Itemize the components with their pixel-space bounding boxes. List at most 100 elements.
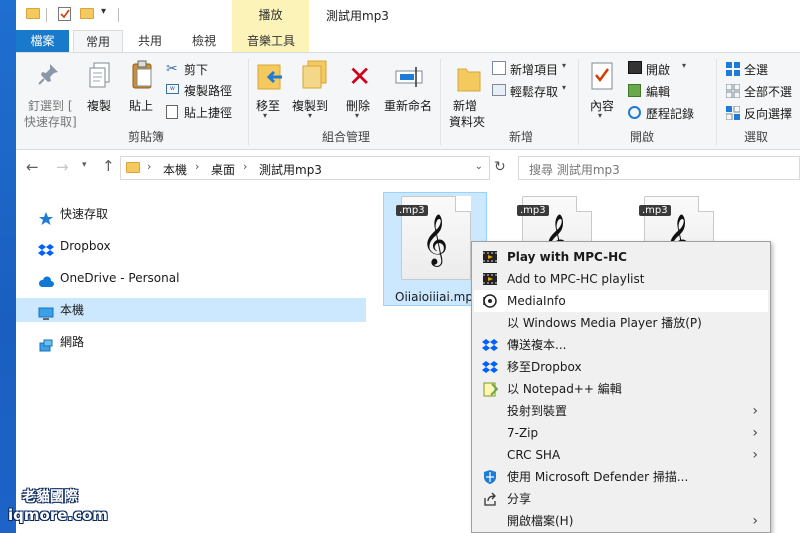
folder-icon: [126, 162, 140, 173]
group-organize-label: 組合管理: [321, 130, 370, 144]
menu-item-mediainfo[interactable]: MediaInfo: [474, 290, 768, 312]
address-box[interactable]: › 本機 › 桌面 › 測試用mp3 ⌄: [120, 156, 490, 180]
tab-file[interactable]: 檔案: [16, 30, 69, 52]
new-folder-icon[interactable]: [80, 8, 94, 19]
menu-item-add-mpc-playlist[interactable]: Add to MPC-HC playlist: [474, 268, 768, 290]
forward-icon[interactable]: →: [56, 158, 69, 176]
history-icon: [628, 106, 641, 119]
nav-item-network[interactable]: 網路: [38, 329, 84, 355]
copy-to-icon: [300, 59, 328, 91]
copy-to-dropdown-icon[interactable]: ▾: [308, 111, 312, 120]
up-icon[interactable]: ↑: [102, 157, 115, 175]
open-button[interactable]: 開啟: [646, 61, 670, 78]
select-all-button[interactable]: 全選: [744, 61, 768, 78]
share-icon: [482, 491, 498, 507]
dropbox-icon: [482, 359, 498, 375]
invert-selection-button[interactable]: 反向選擇: [744, 105, 792, 122]
invert-selection-icon: [725, 105, 741, 121]
tab-view[interactable]: 檢視: [182, 30, 226, 52]
menu-item-crc-sha[interactable]: CRC SHA ›: [474, 444, 768, 466]
properties-icon[interactable]: [58, 7, 71, 21]
menu-item-send-copy[interactable]: 傳送複本...: [474, 334, 768, 356]
breadcrumb-chevron-icon[interactable]: ›: [195, 160, 199, 173]
menu-item-windows-media-player[interactable]: 以 Windows Media Player 播放(P): [474, 312, 768, 334]
refresh-icon[interactable]: ↻: [494, 159, 506, 175]
nav-item-label: Dropbox: [60, 239, 111, 253]
context-tab-play-label: 播放: [258, 8, 283, 22]
delete-dropdown-icon[interactable]: ▾: [355, 111, 359, 120]
delete-icon: ✕: [348, 60, 372, 93]
breadcrumb-folder[interactable]: 測試用mp3: [259, 161, 322, 178]
menu-item-notepadpp[interactable]: 以 Notepad++ 編輯: [474, 378, 768, 400]
back-icon[interactable]: ←: [26, 158, 39, 176]
select-none-button[interactable]: 全部不選: [744, 83, 792, 100]
history-button[interactable]: 歷程記錄: [646, 105, 694, 122]
mpc-hc-icon: [482, 249, 498, 265]
nav-item-this-pc[interactable]: 本機: [38, 297, 84, 323]
group-separator: [440, 59, 441, 145]
file-item[interactable]: .mp3 𝄞 Oiiaioiiiai.mp: [385, 194, 485, 306]
pin-icon: [36, 61, 62, 87]
menu-item-7zip[interactable]: 7-Zip ›: [474, 422, 768, 444]
rename-button[interactable]: 重新命名: [384, 97, 432, 114]
dropbox-icon: [38, 240, 54, 256]
copy-button[interactable]: 複製: [87, 97, 111, 114]
menu-item-label: MediaInfo: [507, 294, 566, 308]
move-to-button[interactable]: 移至: [256, 97, 280, 114]
menu-item-label: 傳送複本...: [507, 338, 567, 352]
nav-item-label: 本機: [60, 303, 85, 317]
navigation-pane: 快速存取 Dropbox OneDrive - Personal 本機 網路: [16, 186, 366, 533]
breadcrumb-this-pc[interactable]: 本機: [163, 161, 187, 178]
menu-item-label: 7-Zip: [507, 426, 539, 440]
group-separator: [716, 59, 717, 145]
easy-access-dropdown-icon[interactable]: ▾: [562, 83, 566, 92]
move-to-dropdown-icon[interactable]: ▾: [263, 111, 267, 120]
nav-item-onedrive[interactable]: OneDrive - Personal: [38, 265, 179, 291]
menu-item-play-mpc-hc[interactable]: Play with MPC-HC: [474, 246, 768, 268]
paste-icon: [130, 59, 154, 89]
tab-music-tools[interactable]: 音樂工具: [234, 30, 308, 52]
recent-locations-icon[interactable]: ▾: [82, 160, 87, 170]
easy-access-button[interactable]: 輕鬆存取: [510, 83, 558, 100]
nav-item-quick-access[interactable]: 快速存取: [38, 201, 108, 227]
edit-icon: [628, 84, 641, 97]
menu-item-cast-to-device[interactable]: 投射到裝置 ›: [474, 400, 768, 422]
search-input[interactable]: 搜尋 測試用mp3: [518, 156, 800, 180]
open-dropdown-icon[interactable]: ▾: [682, 61, 686, 70]
group-new-label: 新增: [508, 130, 533, 144]
mpc-hc-icon: [482, 271, 498, 287]
menu-item-open-file[interactable]: 開啟檔案(H) ›: [474, 510, 768, 532]
menu-item-share[interactable]: 分享: [474, 488, 768, 510]
paste-button[interactable]: 貼上: [129, 97, 153, 114]
menu-item-label: 使用 Microsoft Defender 掃描...: [507, 470, 689, 484]
notepadpp-icon: [482, 381, 499, 397]
nav-item-dropbox[interactable]: Dropbox: [38, 233, 111, 259]
tab-share[interactable]: 共用: [128, 30, 172, 52]
dropbox-icon: [482, 337, 498, 353]
new-item-button[interactable]: 新增項目: [510, 61, 558, 78]
title-bar: ▾ 測試用mp3: [16, 0, 800, 30]
pin-quick-access-label-2: 快速存取]: [24, 115, 77, 129]
computer-icon: [38, 304, 54, 320]
menu-item-move-to-dropbox[interactable]: 移至Dropbox: [474, 356, 768, 378]
customize-qat-icon[interactable]: ▾: [101, 6, 106, 17]
new-item-dropdown-icon[interactable]: ▾: [562, 61, 566, 70]
menu-item-defender-scan[interactable]: 使用 Microsoft Defender 掃描...: [474, 466, 768, 488]
menu-item-label: CRC SHA: [507, 448, 561, 462]
new-folder-button[interactable]: 新增: [453, 97, 477, 114]
tab-home[interactable]: 常用: [73, 30, 123, 52]
properties-dropdown-icon[interactable]: ▾: [598, 111, 602, 120]
cut-button[interactable]: 剪下: [184, 61, 208, 78]
network-icon: [38, 336, 54, 351]
edit-button[interactable]: 編輯: [646, 83, 670, 100]
properties-icon: [590, 61, 614, 91]
folder-icon: [26, 8, 40, 19]
breadcrumb-desktop[interactable]: 桌面: [211, 161, 235, 178]
paste-shortcut-button[interactable]: 貼上捷徑: [184, 104, 232, 121]
group-separator: [248, 59, 249, 145]
breadcrumb-chevron-icon[interactable]: ›: [243, 160, 247, 173]
pin-quick-access-button[interactable]: 釘選到 [: [28, 97, 73, 114]
copy-path-button[interactable]: 複製路徑: [184, 82, 232, 99]
address-dropdown-icon[interactable]: ⌄: [475, 161, 483, 172]
breadcrumb-chevron-icon[interactable]: ›: [147, 160, 151, 173]
